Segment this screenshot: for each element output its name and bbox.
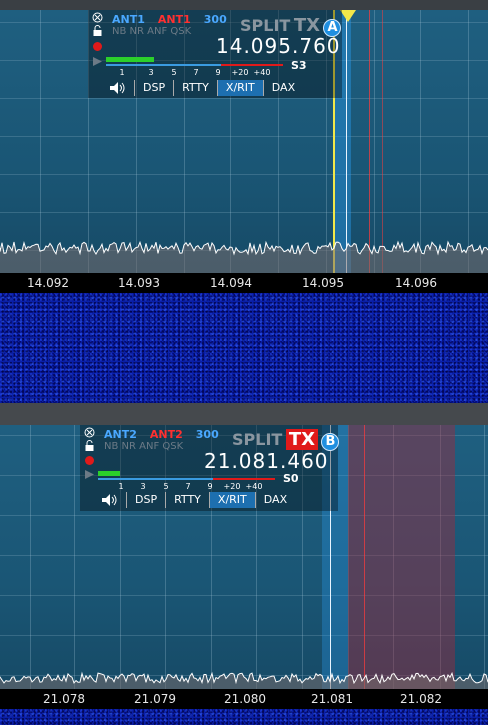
- record-icon[interactable]: [84, 455, 95, 469]
- scale-tick: 14.094: [210, 276, 252, 290]
- scale-tick: 14.093: [118, 276, 160, 290]
- s-meter-reading: S0: [283, 472, 299, 485]
- slice-flag-a: ANT1 ANT1 300 NB NR ANF QSK SPLIT TX A 1…: [88, 10, 342, 98]
- meter-tick: +40: [245, 482, 263, 491]
- scale-tick: 14.095: [302, 276, 344, 290]
- tab-dsp[interactable]: DSP: [134, 80, 173, 96]
- slice-flag-b: ANT2 ANT2 300 NB NR ANF QSK SPLIT TX B 2…: [80, 425, 340, 511]
- grid-line: [0, 98, 488, 99]
- s-meter-scale-over: [221, 64, 283, 66]
- tab-dax[interactable]: DAX: [254, 492, 295, 508]
- tab-audio[interactable]: [92, 492, 126, 508]
- lock-icon[interactable]: [84, 440, 95, 455]
- close-slice-icon[interactable]: [84, 427, 95, 441]
- scale-tick: 21.080: [224, 692, 266, 706]
- frequency-display[interactable]: 14.095.760: [216, 34, 341, 58]
- scale-tick: 21.079: [134, 692, 176, 706]
- panadapter-divider[interactable]: [0, 403, 488, 425]
- s-meter-reading: S3: [291, 59, 307, 72]
- scale-tick: 21.081: [311, 692, 353, 706]
- s-meter-scale: [98, 478, 213, 480]
- rx-antenna-button[interactable]: ANT2: [104, 428, 137, 441]
- meter-tick: 5: [171, 68, 177, 77]
- lock-icon[interactable]: [92, 25, 103, 40]
- tab-rtty[interactable]: RTTY: [165, 492, 209, 508]
- tx-button[interactable]: TX: [285, 429, 318, 450]
- panadapter-a-titlebar: [0, 0, 488, 10]
- meter-tick: 1: [119, 68, 125, 77]
- waterfall-b[interactable]: [0, 709, 488, 725]
- meter-tick: 7: [193, 68, 199, 77]
- meter-tick: 9: [207, 482, 213, 491]
- tx-antenna-button[interactable]: ANT2: [150, 428, 183, 441]
- meter-tick: +40: [253, 68, 271, 77]
- s-meter-bar: [98, 471, 120, 476]
- slice-tabs: DSP RTTY X/RIT DAX: [92, 492, 295, 508]
- tab-rtty[interactable]: RTTY: [173, 80, 217, 96]
- meter-tick: 7: [185, 482, 191, 491]
- rx-antenna-button[interactable]: ANT1: [112, 13, 145, 26]
- meter-tick: +20: [231, 68, 249, 77]
- play-icon[interactable]: [92, 56, 103, 70]
- scale-tick: 14.096: [395, 276, 437, 290]
- tab-xrit[interactable]: X/RIT: [208, 492, 255, 508]
- tx-marker-icon[interactable]: [340, 10, 356, 24]
- filter-width-button[interactable]: 300: [196, 428, 219, 441]
- meter-tick: 3: [140, 482, 146, 491]
- frequency-scale-a[interactable]: 14.092 14.093 14.094 14.095 14.096: [0, 273, 488, 293]
- play-icon[interactable]: [84, 469, 95, 483]
- speaker-icon: [102, 494, 117, 506]
- meter-tick: 5: [163, 482, 169, 491]
- panadapter-b-spectrum[interactable]: ANT2 ANT2 300 NB NR ANF QSK SPLIT TX B 2…: [0, 425, 488, 689]
- grid-line: [0, 174, 488, 175]
- filter-width-button[interactable]: 300: [204, 13, 227, 26]
- s-meter-bar: [106, 57, 154, 62]
- meter-tick: 3: [148, 68, 154, 77]
- dsp-flags: NB NR ANF QSK: [112, 26, 192, 37]
- tx-button[interactable]: TX: [294, 15, 320, 36]
- scale-tick: 14.092: [27, 276, 69, 290]
- close-slice-icon[interactable]: [92, 12, 103, 26]
- spectrum-trace-a: [0, 240, 488, 273]
- tab-dsp[interactable]: DSP: [126, 492, 165, 508]
- tx-antenna-button[interactable]: ANT1: [158, 13, 191, 26]
- grid-line: [0, 136, 488, 137]
- s-meter-scale-over: [213, 478, 275, 480]
- slice-tabs: DSP RTTY X/RIT DAX: [100, 80, 303, 96]
- s-meter-scale: [106, 64, 221, 66]
- tab-xrit[interactable]: X/RIT: [216, 80, 263, 96]
- frequency-scale-b[interactable]: 21.078 21.079 21.080 21.081 21.082: [0, 689, 488, 709]
- panadapter-a-spectrum[interactable]: ANT1 ANT1 300 NB NR ANF QSK SPLIT TX A 1…: [0, 10, 488, 273]
- meter-tick: 1: [118, 482, 124, 491]
- meter-tick: +20: [223, 482, 241, 491]
- speaker-icon: [110, 82, 125, 94]
- scale-tick: 21.078: [43, 692, 85, 706]
- record-icon[interactable]: [92, 41, 103, 55]
- split-button[interactable]: SPLIT: [232, 430, 282, 449]
- tab-audio[interactable]: [100, 80, 134, 96]
- scale-tick: 21.082: [400, 692, 442, 706]
- split-button[interactable]: SPLIT: [240, 16, 290, 35]
- tab-dax[interactable]: DAX: [262, 80, 303, 96]
- waterfall-a[interactable]: [0, 293, 488, 403]
- spectrum-trace-b: [0, 671, 488, 689]
- meter-tick: 9: [215, 68, 221, 77]
- frequency-display[interactable]: 21.081.460: [204, 449, 329, 473]
- dsp-flags: NB NR ANF QSK: [104, 441, 184, 452]
